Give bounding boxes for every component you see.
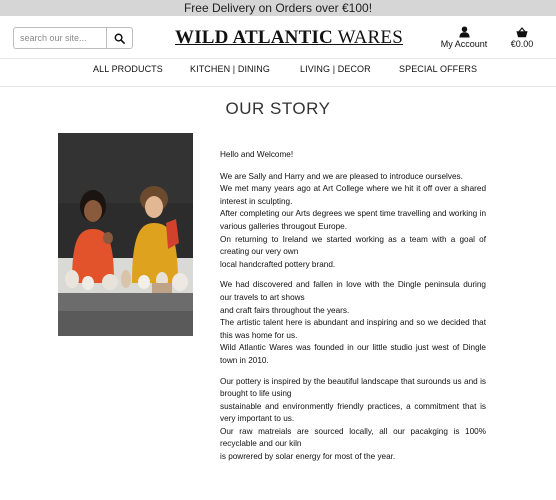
story-paragraph-1: We are Sally and Harry and we are please… <box>220 171 486 272</box>
cart-total: €0.00 <box>510 39 534 49</box>
header-divider <box>0 58 556 59</box>
nav-divider <box>0 86 556 87</box>
story-line: Wild Atlantic Wares was founded in our l… <box>220 343 486 365</box>
story-paragraph-2: We had discovered and fallen in love wit… <box>220 279 486 367</box>
delivery-banner-text: Free Delivery on Orders over €100! <box>183 1 373 15</box>
search-form <box>13 27 133 49</box>
logo-text-bold: WILD ATLANTIC <box>175 27 333 48</box>
delivery-banner: Free Delivery on Orders over €100! <box>0 0 556 16</box>
logo-text-regular: WARES <box>332 27 403 48</box>
shopping-basket-icon <box>516 27 528 38</box>
user-icon <box>458 26 470 38</box>
search-button[interactable] <box>106 27 133 49</box>
story-line: We are Sally and Harry and we are please… <box>220 171 463 181</box>
main-navigation: ALL PRODUCTS KITCHEN | DINING LIVING | D… <box>0 64 556 78</box>
story-line: After completing our Arts degrees we spe… <box>220 209 486 231</box>
story-line: On returning to Ireland we started worki… <box>220 234 486 257</box>
greeting-text: Hello and Welcome! <box>220 150 294 159</box>
story-line: Our pottery is inspired by the beautiful… <box>220 376 486 399</box>
story-paragraph-3: Our pottery is inspired by the beautiful… <box>220 376 486 464</box>
nav-special-offers[interactable]: SPECIAL OFFERS <box>399 64 477 74</box>
story-line: We had discovered and fallen in love wit… <box>220 280 486 302</box>
nav-living-decor[interactable]: LIVING | DECOR <box>300 64 371 74</box>
story-line: We met many years ago at Art College whe… <box>220 184 486 206</box>
my-account-label: My Account <box>440 39 488 49</box>
story-line: sustainable and environmently friendly p… <box>220 401 486 424</box>
search-input[interactable] <box>13 27 106 49</box>
story-line: local handcrafted pottery brand. <box>220 259 336 269</box>
story-line: and craft fairs throughout the years. <box>220 305 350 315</box>
search-icon <box>114 33 125 44</box>
story-line: The artistic talent here is abundant and… <box>220 318 486 340</box>
story-line: is powrered by solar energy for most of … <box>220 452 396 462</box>
story-text: Hello and Welcome! We are Sally and Harr… <box>220 149 486 472</box>
my-account-link[interactable]: My Account <box>438 25 490 49</box>
founders-photo <box>58 133 193 336</box>
site-logo[interactable]: WILD ATLANTIC WARES <box>175 27 403 49</box>
page-title: OUR STORY <box>225 99 331 118</box>
nav-kitchen-dining[interactable]: KITCHEN | DINING <box>190 64 270 74</box>
story-line: Our raw matreials are sourced locally, a… <box>220 426 486 449</box>
nav-all-products[interactable]: ALL PRODUCTS <box>93 64 163 74</box>
shopping-bag-link[interactable]: €0.00 <box>505 25 539 49</box>
